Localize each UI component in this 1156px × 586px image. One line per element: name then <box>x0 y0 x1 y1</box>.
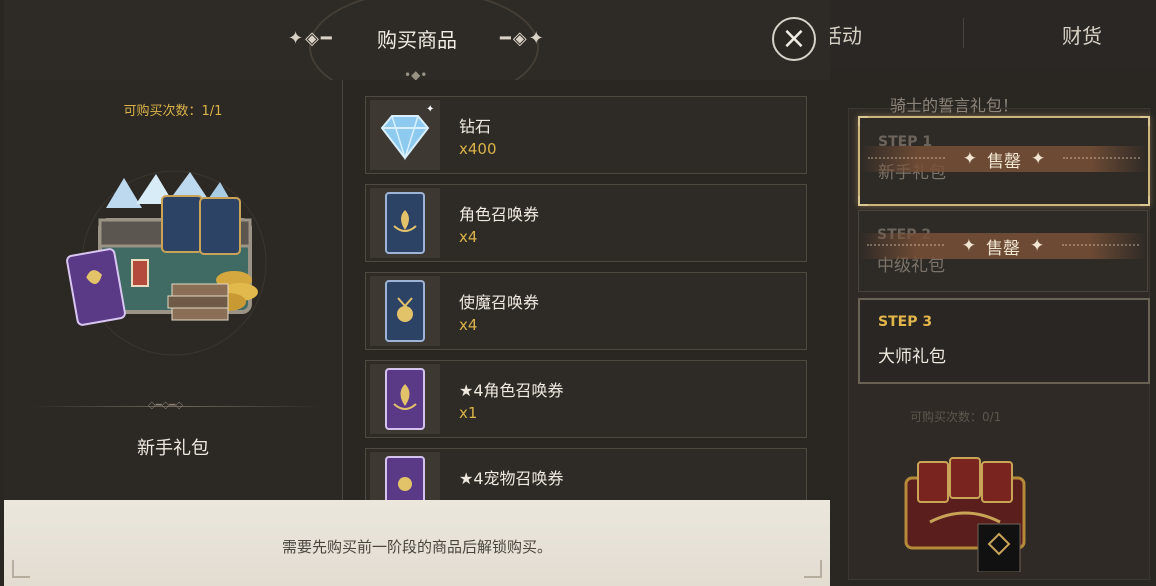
modal-header: ✦◈━ 购买商品 ━◈✦ •◆• × <box>4 0 830 104</box>
4star-character-ticket-icon <box>370 364 440 434</box>
close-button[interactable]: × <box>772 17 816 61</box>
panel-title: 骑士的誓言礼包！ <box>890 96 1019 115</box>
item-quantity: x400 <box>459 140 497 158</box>
item-list[interactable]: ✦ 钻石 x400 角色召唤券 x4 使魔召唤券 x4 ★4角色召唤券 x1 ★… <box>365 96 807 500</box>
item-name: ★4宠物召唤券 <box>459 469 564 488</box>
list-item: ★4宠物召唤券 <box>365 448 807 500</box>
step-3-card[interactable]: STEP 3 大师礼包 <box>858 298 1150 384</box>
title-ornament-right-icon: ━◈✦ <box>500 28 546 49</box>
step-2-card[interactable]: STEP 2 中级礼包 ✦ 售罄 ✦ <box>858 210 1148 292</box>
close-icon: × <box>781 21 807 56</box>
bg-remaining-count: 可购买次数：0/1 <box>910 410 1002 424</box>
item-name: ★4角色召唤券 <box>459 381 564 400</box>
4star-pet-ticket-icon <box>370 452 440 500</box>
unlock-hint: 需要先购买前一阶段的商品后解锁购买。 <box>281 538 552 556</box>
sold-out-label: 售罄 <box>987 151 1021 172</box>
divider-ornament-icon: ◇━◇━◇ <box>148 400 184 411</box>
starter-package-chest-icon <box>66 170 267 356</box>
character-ticket-icon <box>370 188 440 258</box>
item-name: 角色召唤券 <box>459 205 540 224</box>
modal-body: 可购买次数：1/1 ◇━◇━◇ 新手礼包 ✦ 钻石 x400 角色召唤券 x4 … <box>4 80 830 500</box>
step-1-card[interactable]: STEP 1 新手礼包 ✦ 售罄 ✦ <box>858 116 1150 206</box>
package-preview: 可购买次数：1/1 ◇━◇━◇ 新手礼包 <box>4 80 343 500</box>
sparkle-icon: ✦ <box>962 149 977 169</box>
frame-corner <box>1140 116 1150 126</box>
sparkle-icon: ✦ <box>1030 236 1045 256</box>
list-item: 使魔召唤券 x4 <box>365 272 807 350</box>
item-name: 钻石 <box>459 117 492 136</box>
list-item: ★4角色召唤券 x1 <box>365 360 807 438</box>
footer-corner-ornament-icon <box>12 560 30 578</box>
item-quantity: x1 <box>459 404 478 422</box>
modal-title: 购买商品 <box>377 28 457 52</box>
remaining-count: 可购买次数：1/1 <box>123 104 223 119</box>
master-package-chest-icon <box>904 457 1026 572</box>
frame-corner <box>1140 196 1150 206</box>
sold-out-label: 售罄 <box>986 238 1020 259</box>
sparkle-icon: ✦ <box>1031 149 1046 169</box>
item-name: 使魔召唤券 <box>459 293 540 312</box>
item-quantity: x4 <box>459 316 478 334</box>
footer-corner-ornament-icon <box>804 560 822 578</box>
top-tabs <box>830 0 1156 70</box>
purchase-modal: ✦◈━ 购买商品 ━◈✦ •◆• × 可购买次数：1/1 ◇━◇━◇ 新手礼包 … <box>4 0 830 586</box>
sold-out-banner: ✦ 售罄 ✦ <box>860 146 1148 172</box>
modal-footer: 需要先购买前一阶段的商品后解锁购买。 <box>4 500 830 586</box>
list-item: ✦ 钻石 x400 <box>365 96 807 174</box>
svg-text:✦: ✦ <box>426 104 434 115</box>
familiar-ticket-icon <box>370 276 440 346</box>
list-item: 角色召唤券 x4 <box>365 184 807 262</box>
frame-corner <box>858 116 868 126</box>
diamond-icon: ✦ <box>370 100 440 170</box>
package-name: 新手礼包 <box>137 438 209 459</box>
step-name: 大师礼包 <box>878 347 946 367</box>
sparkle-icon: ✦ <box>961 236 976 256</box>
item-quantity: x4 <box>459 228 478 246</box>
sold-out-banner: ✦ 售罄 ✦ <box>859 233 1147 259</box>
step-label: STEP 3 <box>878 314 933 330</box>
frame-corner <box>858 196 868 206</box>
tab-goods[interactable]: 财货 <box>1062 20 1102 49</box>
tab-divider <box>963 18 964 48</box>
